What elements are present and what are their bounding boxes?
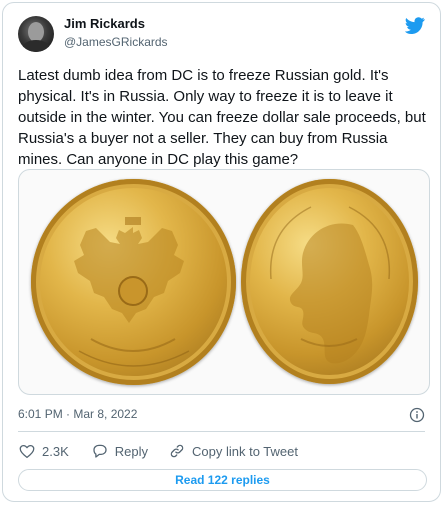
like-button[interactable]: 2.3K xyxy=(18,442,69,460)
divider xyxy=(18,431,425,432)
portrait-emblem xyxy=(269,206,391,364)
info-icon[interactable] xyxy=(409,407,425,423)
tweet-text: Latest dumb idea from DC is to freeze Ru… xyxy=(18,67,426,168)
reply-icon xyxy=(93,444,107,458)
author-handle[interactable]: @JamesGRickards xyxy=(64,35,168,49)
avatar-face xyxy=(28,22,44,42)
tweet-card: Jim Rickards @JamesGRickards Latest dumb… xyxy=(2,2,441,502)
coin-reverse-image xyxy=(31,179,236,385)
like-count: 2.3K xyxy=(42,443,69,459)
action-bar: 2.3K Reply Copy link to Tweet xyxy=(18,441,298,461)
author-name[interactable]: Jim Rickards xyxy=(64,16,145,31)
link-icon xyxy=(170,444,184,458)
reply-label: Reply xyxy=(114,443,148,459)
eagle-emblem xyxy=(74,217,190,367)
reply-button[interactable]: Reply xyxy=(91,442,148,460)
copy-link-label: Copy link to Tweet xyxy=(192,443,298,459)
avatar[interactable] xyxy=(18,16,54,52)
coin-obverse-image xyxy=(241,179,418,384)
heart-icon xyxy=(19,444,35,459)
copy-link-button[interactable]: Copy link to Tweet xyxy=(168,442,298,460)
read-replies-button[interactable]: Read 122 replies xyxy=(18,469,427,491)
tweet-media[interactable] xyxy=(18,169,430,395)
avatar-shoulders xyxy=(22,40,50,52)
tweet-timestamp[interactable]: 6:01 PM · Mar 8, 2022 xyxy=(18,407,137,421)
twitter-bird-icon[interactable] xyxy=(405,17,425,34)
